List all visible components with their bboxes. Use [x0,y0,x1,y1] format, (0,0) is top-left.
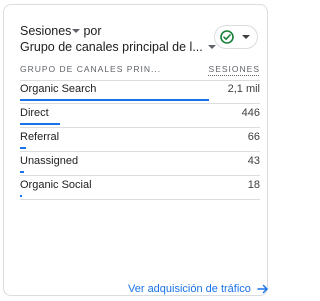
row-channel-name: Unassigned [20,155,79,167]
metric-selector[interactable]: Sesiones [20,23,83,39]
status-menu-button[interactable] [214,25,258,49]
row-divider [20,151,260,152]
row-sessions-value: 446 [241,107,260,119]
row-share-bar [20,147,26,149]
row-share-track [20,195,209,197]
row-channel-name: Organic Search [20,83,97,95]
column-dimension-header[interactable]: GRUPO DE CANALES PRIN... [20,64,161,74]
row-share-track [20,123,209,125]
row-channel-name: Direct [20,107,49,119]
row-sessions-value: 2,1 mil [227,83,260,95]
table-row[interactable]: Referral 66 [20,131,260,155]
row-share-bar [20,195,22,197]
chevron-down-icon [242,35,250,39]
row-share-track [20,99,209,101]
row-divider [20,103,260,104]
row-sessions-value: 43 [247,155,260,167]
table-row[interactable]: Direct 446 [20,107,260,131]
row-divider [20,127,260,128]
table-row[interactable]: Unassigned 43 [20,155,260,179]
dimension-dropdown-icon [207,45,216,49]
check-circle-icon [220,30,234,44]
table-row[interactable]: Organic Search 2,1 mil [20,83,260,107]
view-traffic-acquisition-link[interactable]: Ver adquisición de tráfico [128,283,269,295]
row-share-track [20,171,209,173]
column-metric-header[interactable]: SESIONES [209,64,260,74]
dimension-label: Grupo de canales principal de l... [20,40,203,54]
row-channel-name: Organic Social [20,179,92,191]
row-share-bar [20,171,24,173]
row-share-bar [20,123,60,125]
traffic-channel-card: Sesiones por Grupo de canales principal … [3,4,268,296]
row-sessions-value: 66 [247,131,260,143]
row-share-track [20,147,209,149]
footer-link-label: Ver adquisición de tráfico [128,283,251,295]
row-sessions-value: 18 [247,179,260,191]
row-channel-name: Referral [20,131,60,143]
row-share-bar [20,99,209,101]
table-header: GRUPO DE CANALES PRIN... SESIONES [20,62,260,81]
row-divider [20,199,260,200]
dimension-selector[interactable]: Grupo de canales principal de l... [20,39,219,55]
metric-label: Sesiones [20,24,72,38]
metric-dropdown-icon [72,29,81,33]
arrow-right-icon [257,284,268,294]
row-divider [20,175,260,176]
table-row[interactable]: Organic Social 18 [20,179,260,203]
by-label: por [83,24,102,38]
